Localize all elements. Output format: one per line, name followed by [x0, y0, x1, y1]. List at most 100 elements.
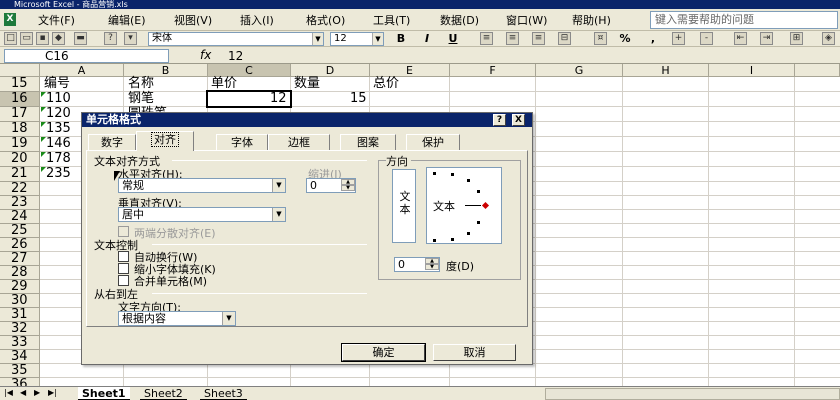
save-icon[interactable]: ▪ — [36, 32, 49, 45]
tab-protection[interactable]: 保护 — [406, 134, 460, 150]
cell-d16[interactable]: 15 — [350, 92, 367, 106]
cell-b16[interactable]: 钢笔 — [128, 92, 154, 106]
font-select[interactable]: 宋体 ▼ — [148, 32, 324, 46]
menu-format[interactable]: 格式(O) — [306, 12, 345, 28]
wrap-text-checkbox[interactable] — [118, 251, 129, 262]
cell-a18[interactable]: 135 — [46, 122, 71, 136]
row-header-23[interactable]: 23 — [0, 196, 40, 210]
cell-a21[interactable]: 235 — [46, 167, 71, 181]
row-header-29[interactable]: 29 — [0, 280, 40, 294]
row-header-28[interactable]: 28 — [0, 266, 40, 280]
tab-patterns[interactable]: 图案 — [340, 134, 396, 150]
zoom-icon[interactable]: ▾ — [124, 32, 137, 45]
dial-handle-icon[interactable] — [481, 201, 490, 210]
first-sheet-icon[interactable]: |◀ — [4, 388, 13, 397]
row-header-20[interactable]: 20 — [0, 152, 40, 167]
dialog-close-button[interactable]: X — [512, 114, 525, 126]
row-header-33[interactable]: 33 — [0, 336, 40, 350]
increase-decimal-icon[interactable]: + — [672, 32, 685, 45]
menu-file[interactable]: 文件(F) — [38, 12, 75, 28]
fill-color-icon[interactable]: ◈ — [822, 32, 835, 45]
vertical-align-select[interactable]: 居中 ▼ — [118, 207, 286, 222]
tab-alignment[interactable]: 对齐 — [136, 131, 194, 151]
col-header-f[interactable]: F — [450, 64, 536, 77]
row-header-27[interactable]: 27 — [0, 252, 40, 266]
cell-a15[interactable]: 编号 — [44, 77, 70, 91]
spin-down-icon[interactable]: ▼ — [341, 185, 355, 191]
cell-a20[interactable]: 178 — [46, 152, 71, 166]
menu-view[interactable]: 视图(V) — [174, 12, 212, 28]
cell-a17[interactable]: 120 — [46, 107, 71, 121]
menu-help[interactable]: 帮助(H) — [572, 12, 611, 28]
tab-font[interactable]: 字体 — [216, 134, 268, 150]
col-header-i[interactable]: I — [709, 64, 795, 77]
align-left-icon[interactable]: ≡ — [480, 32, 493, 45]
percent-button[interactable]: % — [618, 32, 632, 45]
chevron-down-icon[interactable]: ▼ — [312, 33, 323, 45]
help-question-box[interactable]: 键入需要帮助的问题 — [650, 11, 838, 29]
underline-button[interactable]: U — [446, 32, 460, 45]
orientation-dial[interactable]: 文本 — [426, 167, 502, 244]
menu-edit[interactable]: 编辑(E) — [108, 12, 146, 28]
help-icon[interactable]: ? — [104, 32, 117, 45]
increase-indent-icon[interactable]: ⇥ — [760, 32, 773, 45]
decrease-indent-icon[interactable]: ⇤ — [734, 32, 747, 45]
row-header-15[interactable]: 15 — [0, 77, 40, 92]
new-icon[interactable]: □ — [4, 32, 17, 45]
sheet-tab-sheet2[interactable]: Sheet2 — [140, 387, 187, 400]
cell-e15[interactable]: 总价 — [373, 77, 399, 91]
cancel-button[interactable]: 取消 — [433, 344, 516, 361]
col-header-g[interactable]: G — [536, 64, 623, 77]
row-header-22[interactable]: 22 — [0, 182, 40, 196]
cell-a16[interactable]: 110 — [46, 92, 71, 106]
align-center-icon[interactable]: ≡ — [506, 32, 519, 45]
open-icon[interactable]: ▭ — [20, 32, 33, 45]
cell-b15[interactable]: 名称 — [128, 77, 154, 91]
row-header-32[interactable]: 32 — [0, 322, 40, 336]
permission-icon[interactable]: ◆ — [52, 32, 65, 45]
bold-button[interactable]: B — [394, 32, 408, 45]
merge-cells-checkbox[interactable] — [118, 275, 129, 286]
text-direction-select[interactable]: 根据内容 ▼ — [118, 311, 236, 326]
print-icon[interactable]: ▬ — [74, 32, 87, 45]
col-header-h[interactable]: H — [623, 64, 709, 77]
distributed-checkbox[interactable] — [118, 226, 129, 237]
indent-spinner[interactable]: 0 ▲ ▼ — [306, 178, 356, 193]
italic-button[interactable]: I — [420, 32, 434, 45]
row-header-24[interactable]: 24 — [0, 210, 40, 224]
dialog-help-button[interactable]: ? — [493, 114, 506, 126]
degrees-spinner[interactable]: 0 ▲ ▼ — [394, 257, 440, 272]
row-header-17[interactable]: 17 — [0, 107, 40, 122]
menu-insert[interactable]: 插入(I) — [240, 12, 274, 28]
horizontal-scrollbar[interactable] — [545, 388, 840, 400]
chevron-down-icon[interactable]: ▼ — [272, 179, 285, 192]
row-header-25[interactable]: 25 — [0, 224, 40, 238]
row-header-30[interactable]: 30 — [0, 294, 40, 308]
excel-doc-icon[interactable]: X — [4, 13, 16, 26]
row-header-35[interactable]: 35 — [0, 364, 40, 378]
cell-c15[interactable]: 单价 — [211, 77, 237, 91]
menu-data[interactable]: 数据(D) — [440, 12, 479, 28]
row-header-26[interactable]: 26 — [0, 238, 40, 252]
sheet-tab-sheet3[interactable]: Sheet3 — [200, 387, 247, 400]
decrease-decimal-icon[interactable]: - — [700, 32, 713, 45]
borders-icon[interactable]: ⊞ — [790, 32, 803, 45]
menu-window[interactable]: 窗口(W) — [506, 12, 547, 28]
col-header-j[interactable] — [795, 64, 840, 77]
currency-icon[interactable]: ¤ — [594, 32, 607, 45]
spin-down-icon[interactable]: ▼ — [425, 264, 439, 270]
menu-tools[interactable]: 工具(T) — [373, 12, 410, 28]
tab-number[interactable]: 数字 — [88, 134, 136, 150]
chevron-down-icon[interactable]: ▼ — [272, 208, 285, 221]
prev-sheet-icon[interactable]: ◀ — [20, 388, 26, 397]
name-box[interactable]: C16 — [4, 49, 169, 63]
align-right-icon[interactable]: ≡ — [532, 32, 545, 45]
last-sheet-icon[interactable]: ▶| — [48, 388, 57, 397]
vertical-text-button[interactable]: 文本 — [392, 169, 416, 243]
ok-button[interactable]: 确定 — [341, 343, 426, 362]
formula-input[interactable]: 12 — [228, 49, 243, 63]
row-header-19[interactable]: 19 — [0, 137, 40, 152]
row-header-36[interactable]: 36 — [0, 378, 40, 386]
cell-d15[interactable]: 数量 — [294, 77, 320, 91]
row-header-31[interactable]: 31 — [0, 308, 40, 322]
